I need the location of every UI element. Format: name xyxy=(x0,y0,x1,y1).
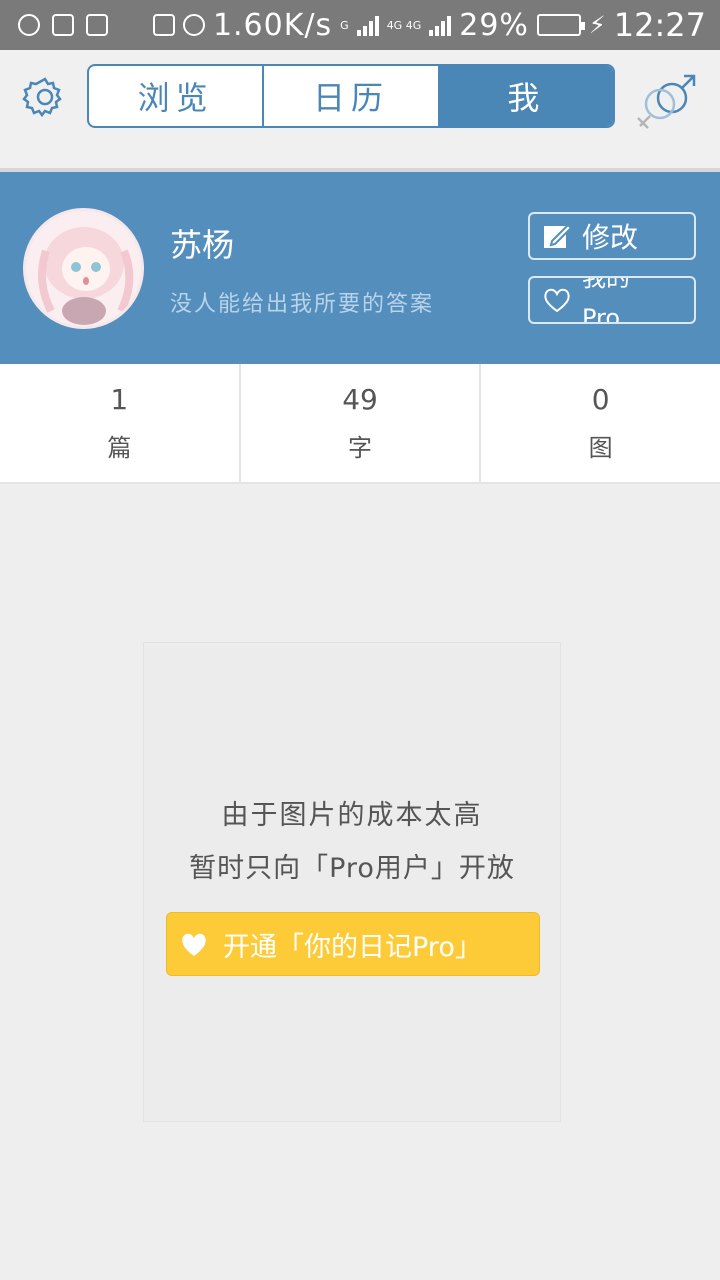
heart-icon xyxy=(182,933,206,956)
app-header: 浏览 日历 我 xyxy=(0,50,720,170)
signal-icon-2 xyxy=(429,14,452,36)
notification-icon xyxy=(18,14,40,36)
network-type-1: G xyxy=(340,18,349,32)
profile-panel: 苏杨 没人能给出我所要的答案 修改 我的Pro xyxy=(0,172,720,364)
user-bio: 没人能给出我所要的答案 xyxy=(170,292,435,317)
avatar[interactable] xyxy=(23,208,144,329)
edit-label: 修改 xyxy=(582,221,639,254)
stat-words[interactable]: 49 字 xyxy=(241,364,482,482)
network-type-2: 4G 4G xyxy=(386,18,422,32)
user-name: 苏杨 xyxy=(170,226,235,264)
avatar-image xyxy=(26,211,141,326)
net-speed: 1.60K/s xyxy=(212,7,333,43)
sim-icon xyxy=(152,14,175,36)
signal-icon-1 xyxy=(356,14,379,36)
my-pro-button[interactable]: 我的Pro xyxy=(528,276,696,324)
main-tabs: 浏览 日历 我 xyxy=(87,64,615,128)
images-locked-card: 由于图片的成本太高 暂时只向「Pro用户」开放 开通「你的日记Pro」 xyxy=(143,642,561,1122)
locked-message-line2: 暂时只向「Pro用户」开放 xyxy=(189,853,515,884)
apps-icon xyxy=(86,14,108,36)
edit-profile-button[interactable]: 修改 xyxy=(528,212,696,260)
stats-bar: 1 篇 49 字 0 图 xyxy=(0,364,720,484)
tab-browse[interactable]: 浏览 xyxy=(89,66,265,126)
stat-images[interactable]: 0 图 xyxy=(481,364,720,482)
gender-icon[interactable] xyxy=(632,68,700,138)
stat-value: 49 xyxy=(342,383,378,416)
my-pro-label: 我的Pro xyxy=(582,276,630,324)
image-icon xyxy=(52,14,74,36)
clock: 12:27 xyxy=(613,6,706,44)
gear-icon[interactable] xyxy=(22,74,68,120)
alarm-icon xyxy=(182,14,205,36)
locked-message-line1: 由于图片的成本太高 xyxy=(221,800,483,831)
status-right: 1.60K/s G 4G 4G 29% ⚡ 12:27 xyxy=(152,6,706,44)
edit-icon xyxy=(544,223,572,248)
battery-percent: 29% xyxy=(459,7,529,43)
stat-value: 0 xyxy=(591,383,610,416)
stat-label: 图 xyxy=(588,434,613,462)
status-left xyxy=(18,14,108,36)
battery-icon xyxy=(536,14,585,36)
upgrade-pro-label: 开通「你的日记Pro」 xyxy=(223,931,482,963)
charging-icon: ⚡ xyxy=(588,11,606,39)
stat-entries[interactable]: 1 篇 xyxy=(0,364,241,482)
stat-label: 篇 xyxy=(107,434,132,462)
stat-label: 字 xyxy=(348,434,372,462)
status-bar: 1.60K/s G 4G 4G 29% ⚡ 12:27 xyxy=(0,0,720,50)
tab-calendar[interactable]: 日历 xyxy=(264,66,440,126)
tab-me[interactable]: 我 xyxy=(439,66,613,126)
stat-value: 1 xyxy=(110,383,129,416)
upgrade-pro-button[interactable]: 开通「你的日记Pro」 xyxy=(166,912,540,976)
heart-outline-icon xyxy=(544,288,570,313)
